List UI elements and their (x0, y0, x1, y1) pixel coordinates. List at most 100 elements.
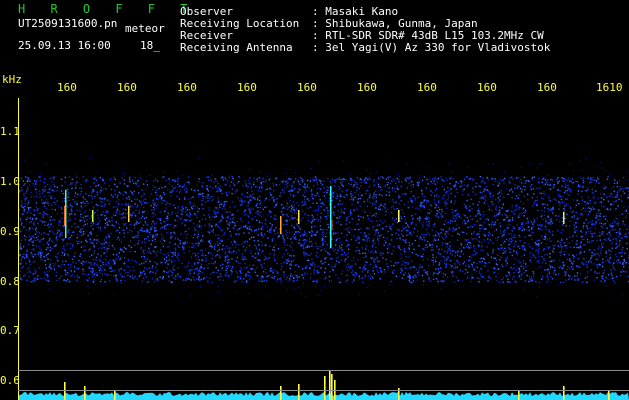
noise-pixel (341, 244, 343, 246)
noise-pixel (309, 277, 312, 279)
noise-pixel (418, 270, 420, 272)
noise-pixel (483, 214, 485, 216)
noise-pixel (457, 261, 460, 264)
noise-pixel (475, 270, 477, 273)
noise-pixel (377, 177, 380, 179)
noise-pixel (34, 233, 37, 235)
noise-pixel (559, 190, 561, 192)
noise-pixel (553, 184, 556, 186)
noise-pixel (496, 279, 498, 281)
noise-pixel (522, 268, 525, 270)
noise-pixel (35, 231, 38, 233)
noise-pixel (427, 183, 429, 185)
noise-pixel (605, 186, 607, 189)
noise-pixel (620, 201, 623, 203)
noise-pixel (237, 277, 240, 279)
noise-pixel (589, 241, 591, 243)
noise-pixel (21, 202, 23, 205)
noise-pixel (613, 182, 616, 184)
noise-pixel (473, 267, 475, 270)
noise-pixel (256, 178, 258, 180)
noise-pixel (251, 219, 253, 221)
noise-pixel (35, 270, 37, 272)
noise-pixel (138, 210, 141, 212)
noise-pixel (352, 198, 355, 200)
noise-pixel (361, 271, 363, 273)
noise-pixel (515, 250, 518, 253)
noise-pixel (511, 205, 513, 207)
noise-pixel (446, 252, 448, 254)
noise-pixel (301, 268, 304, 270)
noise-pixel (600, 252, 602, 254)
noise-pixel (609, 225, 612, 227)
noise-pixel (132, 180, 134, 182)
noise-pixel (23, 275, 25, 277)
noise-pixel (307, 214, 309, 217)
noise-pixel (273, 185, 275, 187)
noise-pixel (338, 247, 340, 249)
noise-pixel (584, 203, 587, 206)
noise-pixel (301, 181, 304, 183)
noise-pixel (261, 228, 264, 231)
noise-pixel (497, 185, 499, 187)
noise-pixel (362, 238, 364, 241)
noise-pixel (443, 197, 445, 199)
noise-pixel (53, 190, 55, 193)
noise-pixel (320, 233, 323, 236)
noise-pixel (488, 231, 490, 233)
noise-pixel (124, 216, 127, 219)
noise-pixel (240, 220, 243, 222)
noise-pixel (117, 194, 119, 196)
noise-pixel (338, 185, 340, 188)
noise-pixel (343, 251, 346, 254)
noise-pixel (604, 279, 606, 282)
noise-pixel (443, 180, 445, 182)
noise-pixel (371, 241, 373, 243)
noise-pixel (364, 211, 366, 213)
noise-pixel (300, 243, 302, 246)
noise-pixel (496, 239, 498, 241)
noise-pixel (573, 217, 575, 219)
noise-pixel (302, 239, 305, 242)
noise-pixel (90, 195, 93, 197)
noise-pixel (259, 211, 261, 214)
noise-pixel (125, 192, 127, 195)
noise-pixel (549, 231, 551, 233)
noise-pixel (436, 245, 438, 248)
noise-pixel (19, 253, 21, 255)
noise-pixel (326, 218, 328, 220)
noise-pixel (392, 250, 395, 252)
noise-pixel (587, 211, 589, 213)
noise-pixel (376, 269, 379, 272)
noise-pixel (366, 205, 368, 208)
noise-pixel (577, 265, 579, 267)
noise-pixel (47, 214, 49, 216)
noise-pixel (291, 224, 293, 227)
noise-pixel (397, 234, 400, 236)
noise-pixel (311, 193, 313, 196)
noise-pixel (589, 181, 591, 184)
noise-pixel (341, 273, 343, 275)
noise-pixel (559, 244, 562, 246)
noise-pixel (267, 275, 270, 277)
noise-pixel (264, 181, 266, 183)
noise-pixel (350, 195, 352, 197)
noise-pixel (221, 248, 223, 250)
noise-pixel (597, 219, 599, 221)
noise-pixel (376, 256, 378, 258)
noise-pixel (287, 252, 289, 255)
noise-pixel (236, 256, 239, 259)
noise-pixel (508, 215, 510, 217)
noise-pixel (624, 252, 626, 255)
noise-pixel (253, 177, 255, 180)
noise-pixel (221, 207, 224, 210)
noise-pixel (55, 238, 57, 240)
noise-pixel (38, 212, 40, 214)
noise-pixel (623, 192, 626, 194)
noise-pixel (46, 256, 48, 258)
noise-pixel (601, 205, 603, 207)
noise-pixel (466, 277, 468, 279)
noise-pixel (80, 241, 83, 243)
noise-pixel (40, 249, 42, 251)
noise-pixel (187, 278, 189, 280)
